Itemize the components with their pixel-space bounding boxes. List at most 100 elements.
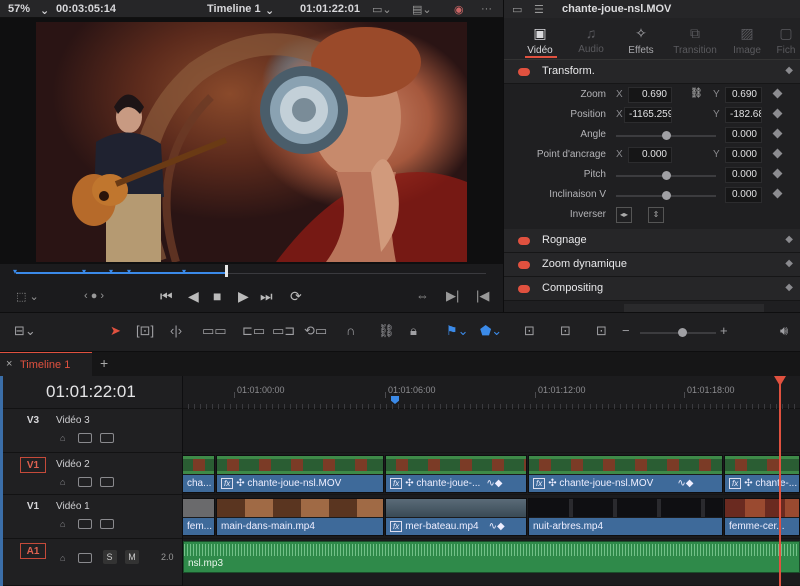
clip[interactable]: nuit-arbres.mp4 xyxy=(528,498,723,536)
lock-icon[interactable]: ⌂ xyxy=(60,519,70,529)
inspector-list-icon[interactable]: ☰ xyxy=(534,3,544,16)
timeline-zoom-knob[interactable] xyxy=(678,328,687,337)
marker-icon[interactable]: ▾ xyxy=(182,267,186,276)
marker-icon[interactable]: ▾ xyxy=(109,267,113,276)
track-header-a1[interactable]: A1 ⌂ S M 2.0 xyxy=(0,539,182,586)
zoom-level[interactable]: 57% xyxy=(8,3,30,15)
anchor-y-field[interactable]: 0.000 xyxy=(725,147,762,163)
layout-icon[interactable]: ⊟⌄ xyxy=(14,323,36,339)
clip[interactable]: femme-cer... xyxy=(724,498,800,536)
section-crop[interactable]: Rognage ◆ xyxy=(504,229,800,253)
lock-icon[interactable]: ⌂ xyxy=(60,477,70,487)
add-timeline-icon[interactable]: + xyxy=(100,355,108,371)
section-transform[interactable]: Transform. ◆ xyxy=(504,60,800,84)
tab-transition[interactable]: ⧉ Transition xyxy=(668,18,722,60)
clip[interactable]: fx mer-bateau.mp4 ∿◆ xyxy=(385,498,527,536)
inspector-menu-icon[interactable]: ▭ xyxy=(512,3,522,16)
auto-select-icon[interactable] xyxy=(78,518,92,529)
lock-icon[interactable]: ⌂ xyxy=(60,433,70,443)
timeline-ruler[interactable]: 01:01:00:00 01:01:06:00 01:01:12:00 01:0… xyxy=(182,376,800,409)
clip[interactable]: fx ✣ chante-joue-nsl.MOV xyxy=(216,455,384,493)
crop-icon[interactable]: ⬚ ⌄ xyxy=(16,290,39,303)
overwrite-clip-icon[interactable]: ▭⊐ xyxy=(272,323,295,339)
replace-clip-icon[interactable]: ⟲▭ xyxy=(304,323,327,339)
play-reverse-icon[interactable]: ◀ xyxy=(188,288,199,305)
tilt-slider-knob[interactable] xyxy=(662,191,671,200)
track-enable-icon[interactable] xyxy=(100,518,114,529)
clip[interactable]: fx ✣ chante-joue-... ∿◆ xyxy=(385,455,527,493)
tilt-field[interactable]: 0.000 xyxy=(725,187,762,203)
crop-toggle[interactable] xyxy=(518,237,530,245)
stop-icon[interactable]: ■ xyxy=(213,288,221,304)
zoom-custom-icon[interactable]: ⊡ xyxy=(596,323,607,339)
keyframe-icon[interactable] xyxy=(772,108,783,119)
timeline-name[interactable]: Timeline 1 xyxy=(207,3,261,15)
zoom-full-icon[interactable]: ⊡ xyxy=(524,323,535,339)
zoom-detail-icon[interactable]: ⊡ xyxy=(560,323,571,339)
lock-icon[interactable]: ⌂ xyxy=(60,553,70,563)
snapping-icon[interactable]: ∩ xyxy=(346,323,355,338)
transform-toggle[interactable] xyxy=(518,68,530,76)
scrub-playhead[interactable] xyxy=(225,265,228,277)
prev-edit-icon[interactable]: |◀ xyxy=(476,288,489,304)
go-to-end-icon[interactable]: ⏭ xyxy=(260,288,273,305)
keyframe-icon[interactable] xyxy=(772,128,783,139)
color-wheel-icon[interactable]: ◉ xyxy=(454,3,464,16)
dynamic-zoom-toggle[interactable] xyxy=(518,261,530,269)
pitch-slider-knob[interactable] xyxy=(662,171,671,180)
section-dynamic-zoom[interactable]: Zoom dynamique ◆ xyxy=(504,253,800,277)
track-v2[interactable]: cha... fx ✣ chante-joue-nsl.MOV fx ✣ chant… xyxy=(182,453,800,495)
clip[interactable]: fem... xyxy=(182,498,215,536)
keyframe-icon[interactable] xyxy=(772,188,783,199)
volume-icon[interactable]: 🔊︎ xyxy=(780,323,788,339)
timeline-playhead[interactable] xyxy=(779,376,781,586)
marker-icon[interactable]: ▾ xyxy=(13,267,17,276)
dynamic-trim-icon[interactable]: ‹|› xyxy=(170,323,182,338)
more-options-icon[interactable]: ··· xyxy=(481,3,492,15)
viewer-scrubber[interactable]: ▾ ▾ ▾ ▾ ▾ xyxy=(0,264,503,280)
flip-vertical-icon[interactable]: ⇕ xyxy=(648,207,664,223)
track-enable-icon[interactable] xyxy=(100,476,114,487)
trim-tool-icon[interactable]: [⊡] xyxy=(136,323,154,339)
angle-field[interactable]: 0.000 xyxy=(725,127,762,143)
composite-mode-select[interactable] xyxy=(624,304,764,312)
selection-tool-icon[interactable]: ➤ xyxy=(110,323,121,339)
timeline-current-timecode[interactable]: 01:01:22:01 xyxy=(46,382,136,402)
clip[interactable]: main-dans-main.mp4 xyxy=(216,498,384,536)
zoom-x-field[interactable]: 0.690 xyxy=(628,87,672,103)
output-icon[interactable]: ▤⌄ xyxy=(412,3,432,16)
go-to-start-icon[interactable]: ⏮ xyxy=(160,288,173,305)
reset-icon[interactable]: ◆ xyxy=(785,65,793,76)
tab-effects[interactable]: ✧ Effets xyxy=(614,18,668,60)
jog-icon[interactable]: ‹ ● › xyxy=(84,290,104,302)
zoom-y-field[interactable]: 0.690 xyxy=(725,87,762,103)
viewer-layout-icon[interactable]: ▭⌄ xyxy=(372,3,392,16)
track-header-v3[interactable]: V3 Vidéo 3 ⌂ xyxy=(0,409,182,453)
flip-horizontal-icon[interactable]: ◂▸ xyxy=(616,207,632,223)
track-v3[interactable] xyxy=(182,409,800,453)
auto-select-icon[interactable] xyxy=(78,432,92,443)
tab-timeline-1[interactable]: × Timeline 1 xyxy=(0,352,92,376)
auto-select-icon[interactable] xyxy=(78,552,92,563)
marker-color-icon[interactable]: ⬟⌄ xyxy=(480,323,502,339)
keyframe-icon[interactable] xyxy=(772,148,783,159)
zoom-chevron-icon[interactable]: ⌄ xyxy=(40,4,49,17)
section-compositing[interactable]: Compositing ◆ xyxy=(504,277,800,301)
clip[interactable]: fx ✣ chante-... xyxy=(724,455,800,493)
pitch-field[interactable]: 0.000 xyxy=(725,167,762,183)
reset-icon[interactable]: ◆ xyxy=(785,258,793,269)
position-lock-icon[interactable]: 🔒︎ xyxy=(410,323,417,339)
keyframe-icon[interactable] xyxy=(772,168,783,179)
next-edit-icon[interactable]: ▶| xyxy=(446,288,459,304)
blade-tool-icon[interactable]: ▭▭ xyxy=(202,323,227,339)
angle-slider-knob[interactable] xyxy=(662,131,671,140)
clip[interactable]: cha... xyxy=(182,455,215,493)
flag-icon[interactable]: ⚑⌄ xyxy=(446,323,469,339)
zoom-out-icon[interactable]: − xyxy=(622,323,630,338)
link-icon[interactable]: ⛓ xyxy=(690,88,703,99)
play-icon[interactable]: ▶ xyxy=(238,288,249,305)
auto-select-icon[interactable] xyxy=(78,476,92,487)
tab-file[interactable]: ▢ Fich xyxy=(766,18,800,60)
link-clips-icon[interactable]: ⛓ xyxy=(378,323,395,339)
position-x-field[interactable]: -1165.259 xyxy=(624,107,672,123)
